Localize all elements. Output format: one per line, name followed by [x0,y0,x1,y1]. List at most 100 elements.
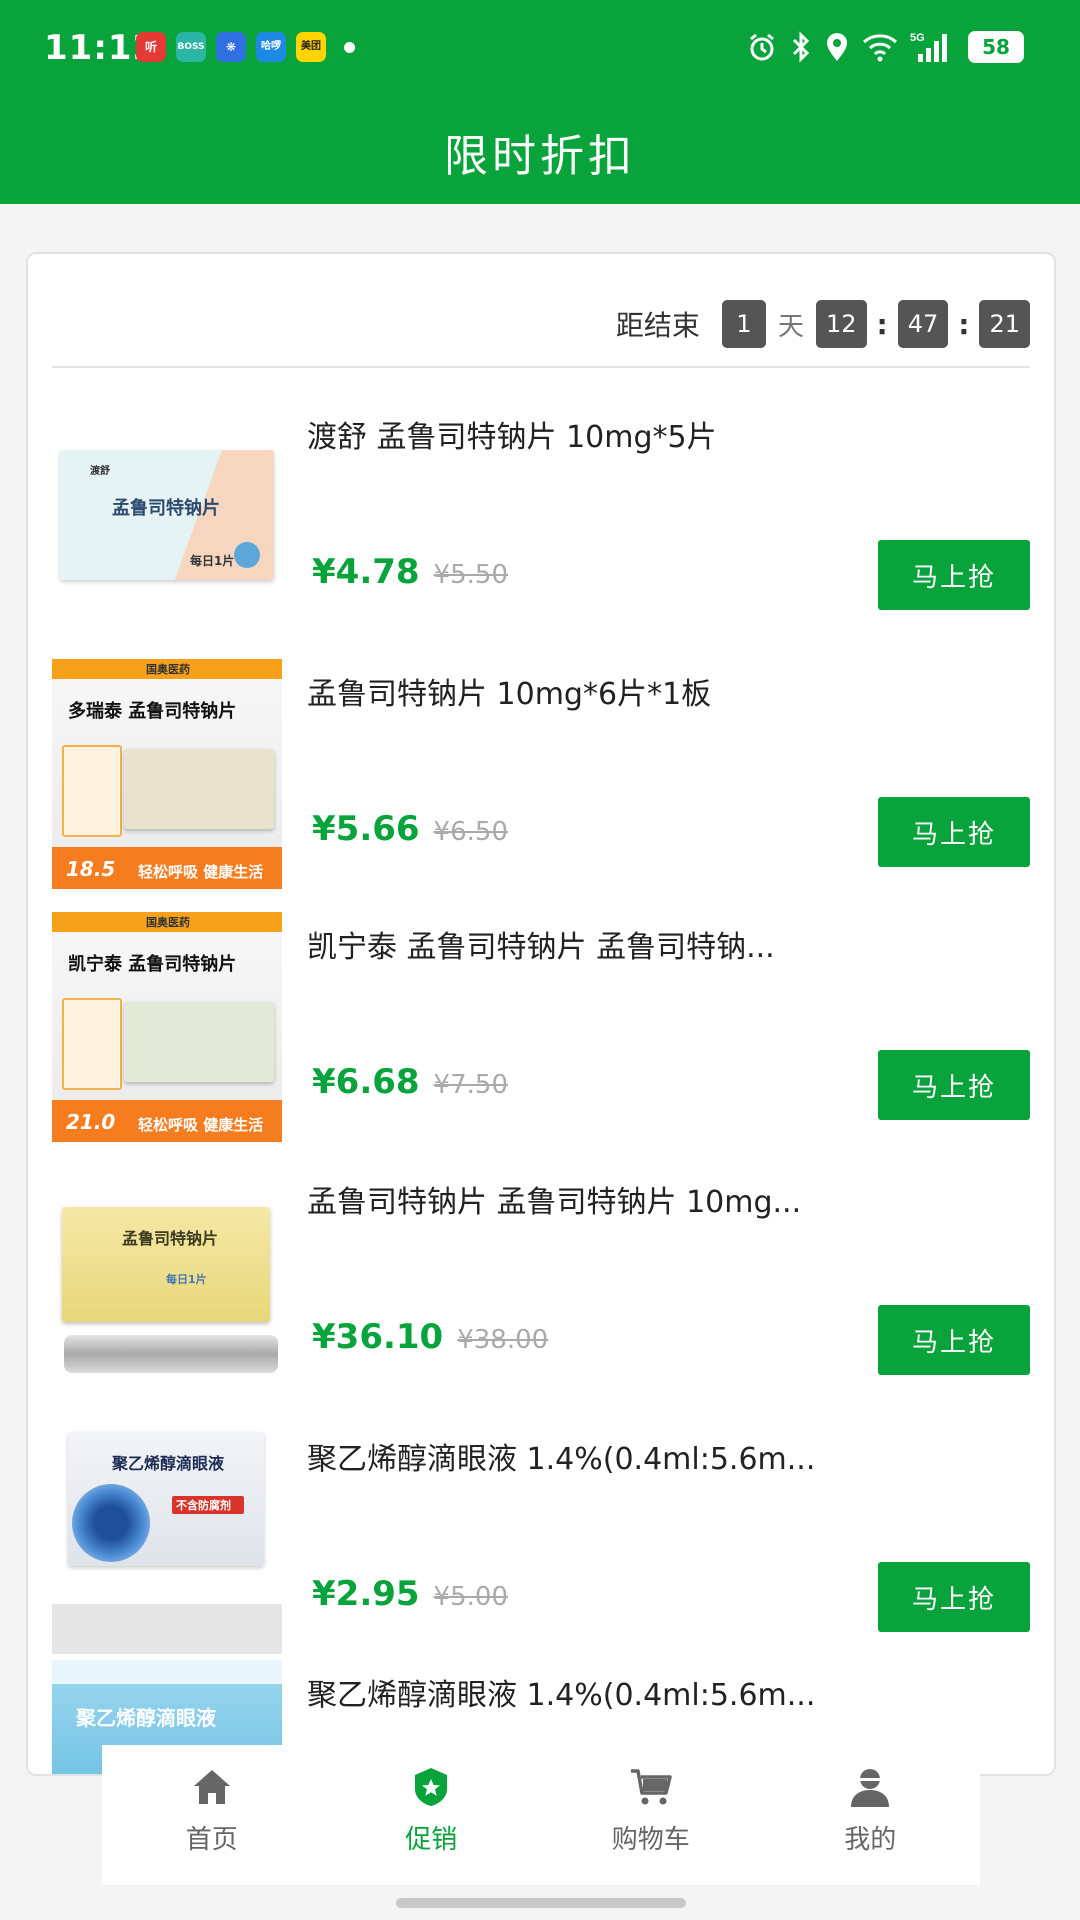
product-image[interactable]: 孟鲁司特钠片 每日1片 [52,1167,282,1397]
countdown-hours: 12 [815,300,867,348]
original-price: ¥38.00 [457,1325,549,1355]
thumb-seal-icon [234,542,260,568]
battery-level: 58 [982,35,1010,59]
current-price: ¥5.66 [312,809,420,849]
thumb-price: 18.5 [66,857,116,881]
tab-label: 购物车 [611,1825,690,1855]
promotion-icon [415,1768,448,1806]
wifi-icon [863,34,897,62]
home-icon [193,1770,230,1804]
product-name[interactable]: 凯宁泰 孟鲁司特钠片 孟鲁司特钠... [307,922,1007,966]
product-name[interactable]: 聚乙烯醇滴眼液 1.4%(0.4ml:5.6m... [307,1434,1007,1478]
divider [52,366,1030,368]
thumb-badge: 每日1片 [190,554,235,568]
buy-now-button[interactable]: 马上抢 [878,540,1030,610]
product-item[interactable]: 国奥医药 凯宁泰 孟鲁司特钠片 21.0 轻松呼吸 健康生活 凯宁泰 孟鲁司特钠… [52,912,1030,1142]
product-box [124,1002,274,1082]
product-price: ¥4.78 ¥5.50 [312,552,508,592]
product-item[interactable]: 聚乙烯醇滴眼液 不含防腐剂 聚乙烯醇滴眼液 1.4%(0.4ml:5.6m...… [52,1424,1030,1654]
product-image[interactable]: 聚乙烯醇滴眼液 不含防腐剂 [52,1424,282,1654]
product-image[interactable]: 国奥医药 多瑞泰 孟鲁司特钠片 18.5 轻松呼吸 健康生活 [52,659,282,889]
countdown-label: 距结束 [615,309,700,342]
status-bar: 11:12 听 BOSS ❋ 哈啰 美团 5G 58 [0,0,1080,100]
current-price: ¥6.68 [312,1062,420,1102]
blue-app-icon: ❋ [216,32,246,62]
tab-mine[interactable]: 我的 [761,1745,981,1885]
tab-label: 首页 [185,1825,238,1855]
countdown-day-unit: 天 [777,311,804,342]
thumb-title: 凯宁泰 孟鲁司特钠片 [68,954,237,975]
app-header: 11:12 听 BOSS ❋ 哈啰 美团 5G 58 限时折扣 [0,0,1080,204]
original-price: ¥7.50 [433,1070,508,1100]
thumb-brand: 渡舒 [90,466,110,477]
buy-now-button[interactable]: 马上抢 [878,797,1030,867]
system-status-icons: 5G 58 [746,30,1024,64]
product-name[interactable]: 孟鲁司特钠片 10mg*6片*1板 [307,669,1007,713]
thumb-tag: 不含防腐剂 [176,1499,231,1512]
flash-sale-card: 距结束 1 天 12 : 47 : 21 渡舒 孟鲁司特钠片 每日1片 渡舒 孟… [26,252,1056,1776]
tab-label: 我的 [844,1825,897,1855]
product-image[interactable]: 渡舒 孟鲁司特钠片 每日1片 [52,402,282,632]
original-price: ¥6.50 [433,817,508,847]
current-price: ¥36.10 [312,1317,444,1357]
product-item[interactable]: 孟鲁司特钠片 每日1片 孟鲁司特钠片 孟鲁司特钠片 10mg... ¥36.10… [52,1167,1030,1397]
cellular-signal-icon: 5G [910,32,947,62]
thumb-brand: 国奥医药 [146,663,190,676]
thumb-top-bar [52,1660,282,1684]
current-price: ¥2.95 [312,1574,420,1614]
meituan-app-icon: 美团 [296,32,326,62]
countdown-separator: : [876,307,888,341]
thumb-feature-panel [62,745,122,837]
buy-now-button[interactable]: 马上抢 [878,1305,1030,1375]
thumb-blister-pack [64,1335,278,1373]
product-price: ¥6.68 ¥7.50 [312,1062,508,1102]
product-name[interactable]: 聚乙烯醇滴眼液 1.4%(0.4ml:5.6m... [307,1670,1007,1714]
thumb-title: 孟鲁司特钠片 [122,1229,219,1248]
location-icon [827,33,847,61]
alarm-icon [750,33,774,61]
product-image[interactable]: 国奥医药 凯宁泰 孟鲁司特钠片 21.0 轻松呼吸 健康生活 [52,912,282,1142]
buy-now-button[interactable]: 马上抢 [878,1562,1030,1632]
thumb-title: 孟鲁司特钠片 [112,498,220,519]
countdown-separator: : [958,307,970,341]
thumb-price: 21.0 [66,1110,116,1134]
countdown-minutes: 47 [897,300,949,348]
more-notifications-dot [344,41,355,53]
battery-icon: 58 [968,31,1024,63]
countdown-timer: 距结束 1 天 12 : 47 : 21 [616,300,1030,348]
network-type-label: 5G [910,32,925,44]
user-icon [851,1769,890,1807]
thumb-slogan: 轻松呼吸 健康生活 [138,863,264,881]
bluetooth-icon [792,31,810,63]
thumb-eye-graphic [72,1484,150,1562]
ting-app-icon: 听 [136,32,166,62]
product-price: ¥2.95 ¥5.00 [312,1574,508,1614]
thumb-title: 聚乙烯醇滴眼液 [76,1706,216,1730]
original-price: ¥5.50 [433,560,508,590]
tab-home[interactable]: 首页 [102,1745,322,1885]
thumb-brand: 国奥医药 [146,916,190,929]
home-indicator[interactable] [396,1898,686,1908]
product-name[interactable]: 孟鲁司特钠片 孟鲁司特钠片 10mg... [307,1177,1007,1221]
tab-label: 促销 [405,1825,458,1855]
buy-now-button[interactable]: 马上抢 [878,1050,1030,1120]
cart-icon [630,1769,672,1805]
notification-icons: 听 BOSS ❋ 哈啰 美团 [136,32,355,62]
countdown-seconds: 21 [979,300,1030,348]
boss-zhipin-app-icon: BOSS [176,32,206,62]
product-item[interactable]: 国奥医药 多瑞泰 孟鲁司特钠片 18.5 轻松呼吸 健康生活 孟鲁司特钠片 10… [52,659,1030,889]
thumb-placeholder-strip [52,1604,282,1654]
product-name[interactable]: 渡舒 孟鲁司特钠片 10mg*5片 [307,412,1007,456]
product-price: ¥36.10 ¥38.00 [312,1317,548,1357]
thumb-title: 聚乙烯醇滴眼液 [112,1454,225,1473]
tab-promotion[interactable]: 促销 [322,1745,542,1885]
thumb-title: 多瑞泰 孟鲁司特钠片 [68,701,237,722]
tab-cart[interactable]: 购物车 [541,1745,761,1885]
thumb-feature-panel [62,998,122,1090]
product-price: ¥5.66 ¥6.50 [312,809,508,849]
current-price: ¥4.78 [312,552,420,592]
product-item[interactable]: 渡舒 孟鲁司特钠片 每日1片 渡舒 孟鲁司特钠片 10mg*5片 ¥4.78 ¥… [52,402,1030,632]
bottom-tab-bar: 首页 促销 购物车 我的 [102,1745,980,1885]
page-title: 限时折扣 [444,131,636,182]
countdown-days: 1 [721,300,766,348]
